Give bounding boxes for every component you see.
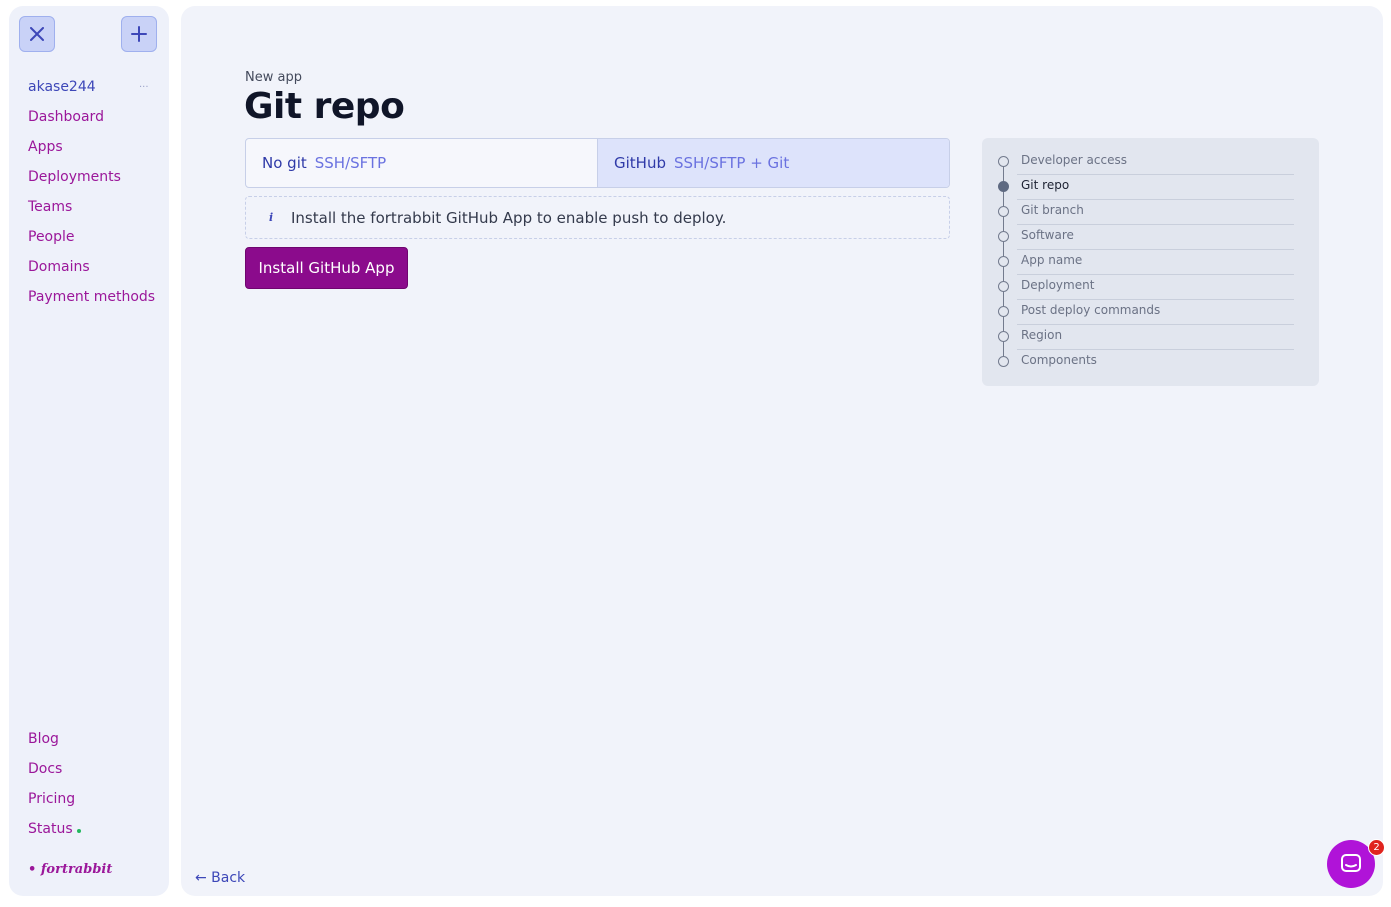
sidebar-item-payment-methods[interactable]: Payment methods [28, 287, 155, 307]
notice-text: Install the fortrabbit GitHub App to ena… [291, 208, 727, 227]
sidebar-item-docs[interactable]: Docs [28, 759, 62, 779]
step-circle-icon [998, 206, 1009, 217]
tab-label: GitHub [614, 154, 666, 172]
info-notice: i Install the fortrabbit GitHub App to e… [245, 196, 950, 239]
step-circle-icon [998, 281, 1009, 292]
install-github-app-button[interactable]: Install GitHub App [245, 247, 408, 289]
step-post-deploy-commands: Post deploy commands [982, 300, 1319, 325]
step-label: Deployment [1021, 278, 1095, 292]
step-circle-icon [998, 156, 1009, 167]
step-label: Components [1021, 353, 1097, 367]
step-deployment: Deployment [982, 275, 1319, 300]
back-link[interactable]: ← Back [195, 870, 245, 886]
tab-label: No git [262, 154, 307, 172]
chat-icon [1341, 854, 1361, 872]
progress-steps: Developer access Git repo Git branch Sof… [982, 138, 1319, 386]
step-label: Software [1021, 228, 1074, 242]
step-label: Developer access [1021, 153, 1127, 167]
sidebar-item-domains[interactable]: Domains [28, 257, 90, 277]
step-label: Post deploy commands [1021, 303, 1161, 317]
main-panel: New app Git repo No git SSH/SFTP GitHub … [181, 6, 1383, 896]
step-developer-access: Developer access [982, 150, 1319, 175]
step-git-repo: Git repo [982, 175, 1319, 200]
step-circle-filled-icon [998, 181, 1009, 192]
close-icon [30, 27, 44, 41]
step-software: Software [982, 225, 1319, 250]
sidebar-user[interactable]: akase244 [28, 77, 96, 97]
step-region: Region [982, 325, 1319, 350]
step-app-name: App name [982, 250, 1319, 275]
step-circle-icon [998, 231, 1009, 242]
add-button[interactable] [121, 16, 157, 52]
tab-no-git[interactable]: No git SSH/SFTP [246, 139, 597, 187]
tab-github[interactable]: GitHub SSH/SFTP + Git [597, 139, 949, 187]
step-circle-icon [998, 306, 1009, 317]
close-button[interactable] [19, 16, 55, 52]
sidebar: akase244 ··· Dashboard Apps Deployments … [9, 6, 169, 896]
sidebar-item-dashboard[interactable]: Dashboard [28, 107, 104, 127]
status-ok-indicator [77, 829, 81, 833]
step-components: Components [982, 350, 1319, 375]
step-circle-icon [998, 356, 1009, 367]
brand-logo[interactable]: • fortrabbit [28, 862, 112, 877]
page-title: Git repo [244, 86, 405, 127]
sidebar-item-deployments[interactable]: Deployments [28, 167, 121, 187]
sidebar-item-blog[interactable]: Blog [28, 729, 59, 749]
chat-unread-badge: 2 [1368, 839, 1385, 856]
tab-sublabel: SSH/SFTP + Git [673, 154, 790, 172]
info-icon: i [269, 211, 274, 224]
sidebar-item-people[interactable]: People [28, 227, 75, 247]
user-more-icon[interactable]: ··· [139, 82, 149, 93]
sidebar-item-pricing[interactable]: Pricing [28, 789, 75, 809]
step-label: Region [1021, 328, 1063, 342]
step-git-branch: Git branch [982, 200, 1319, 225]
tab-sublabel: SSH/SFTP [314, 154, 387, 172]
step-label: Git branch [1021, 203, 1084, 217]
page-kicker: New app [245, 70, 302, 85]
sidebar-item-status[interactable]: Status [28, 819, 73, 839]
step-circle-icon [998, 256, 1009, 267]
step-label: App name [1021, 253, 1083, 267]
step-circle-icon [998, 331, 1009, 342]
step-label: Git repo [1021, 178, 1070, 192]
repo-type-tabs: No git SSH/SFTP GitHub SSH/SFTP + Git [245, 138, 950, 188]
sidebar-item-teams[interactable]: Teams [28, 197, 72, 217]
sidebar-item-apps[interactable]: Apps [28, 137, 63, 157]
plus-icon [131, 26, 147, 42]
